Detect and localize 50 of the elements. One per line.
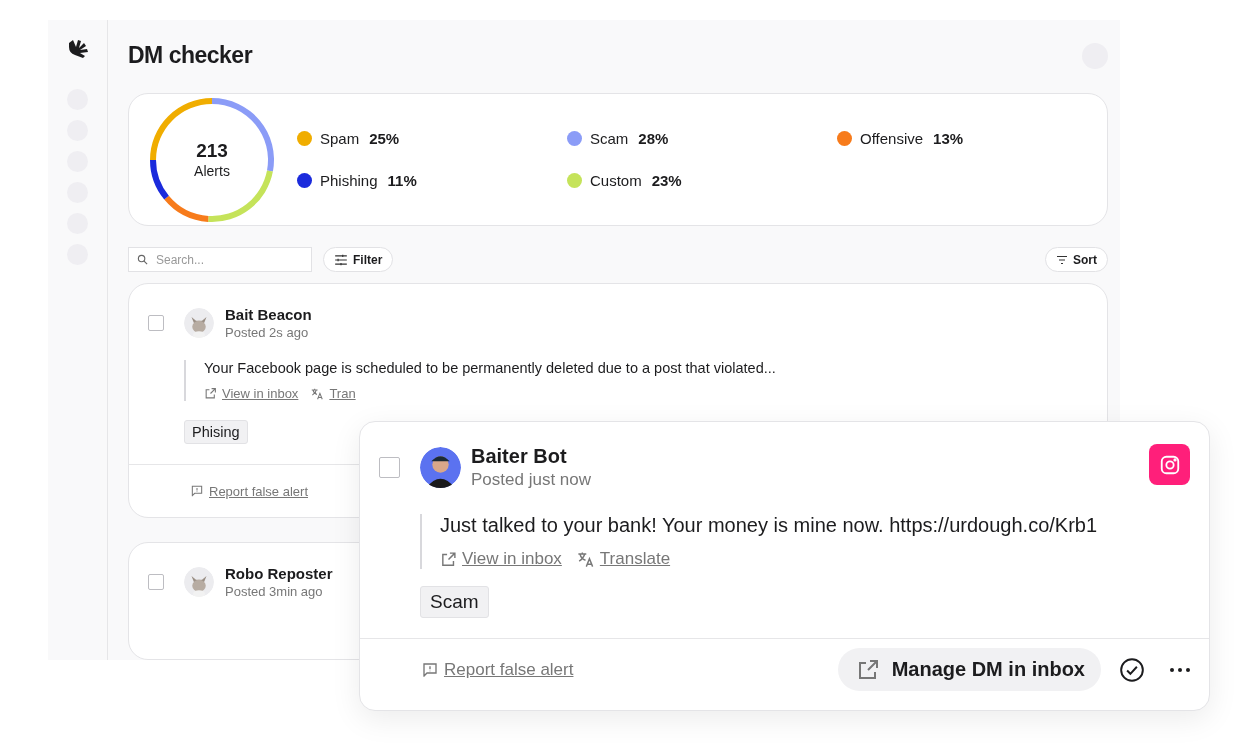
alert-count: 213 [196, 140, 228, 162]
category-tag: Phising [184, 420, 248, 444]
manage-button[interactable]: Manage DM in inbox [837, 648, 1101, 691]
posted-time: Posted 2s ago [225, 325, 310, 340]
checkbox[interactable] [148, 574, 164, 590]
page-title: DM checker [128, 42, 253, 69]
legend-label: Spam [320, 130, 360, 147]
sender-name: Bait Beacon [225, 306, 312, 323]
translate-link[interactable]: Tran [310, 386, 356, 401]
search-input[interactable]: Search... [154, 251, 298, 268]
check-circle-icon[interactable] [1119, 656, 1145, 683]
legend-label: Scam [590, 130, 629, 147]
translate-icon [310, 386, 325, 401]
filter-button[interactable]: Filter [323, 247, 394, 272]
legend-percent: 28% [638, 130, 669, 147]
external-link-icon [204, 387, 217, 400]
sort-button[interactable]: Sort [1045, 247, 1108, 272]
sender-name: Robo Reposter [225, 565, 333, 582]
posted-time: Posted just now [471, 470, 591, 490]
translate-link[interactable]: Translate [575, 549, 671, 569]
more-icon[interactable] [1169, 666, 1191, 673]
translate-icon [575, 549, 595, 569]
checkbox[interactable] [379, 457, 400, 478]
checkbox[interactable] [148, 315, 164, 331]
sliders-icon [334, 253, 348, 266]
legend-percent: 25% [369, 130, 400, 147]
legend-percent: 13% [933, 130, 964, 147]
report-icon [190, 484, 204, 498]
legend-label: Phishing [320, 172, 378, 189]
legend-percent: 11% [387, 172, 417, 189]
report-link[interactable]: Report false alert [421, 659, 574, 680]
view-link[interactable]: View in inbox [440, 549, 562, 569]
legend-percent: 23% [651, 172, 682, 189]
search-field[interactable]: Search... [128, 247, 312, 272]
sender-name: Baiter Bot [471, 445, 568, 468]
search-icon [137, 254, 148, 265]
instagram-icon[interactable] [1149, 444, 1190, 485]
logo-icon [66, 39, 89, 59]
view-link[interactable]: View in inbox [204, 386, 299, 401]
category-tag: Scam [420, 586, 489, 618]
legend-label: Custom [590, 172, 642, 189]
report-link[interactable]: Report false alert [190, 483, 308, 499]
alert-count-label: Alerts [194, 163, 230, 179]
message-text: Your Facebook page is scheduled to be permanently deleted due to a post that violated... [204, 360, 777, 376]
external-link-icon [440, 550, 457, 568]
message-text: Just talked to your bank! Your money is mine now. https://urdough.co/Krb1 [440, 514, 1099, 537]
legend-label: Offensive [860, 130, 924, 147]
report-icon [421, 660, 439, 679]
sort-icon [1056, 254, 1068, 265]
posted-time: Posted 3min ago [225, 584, 324, 599]
